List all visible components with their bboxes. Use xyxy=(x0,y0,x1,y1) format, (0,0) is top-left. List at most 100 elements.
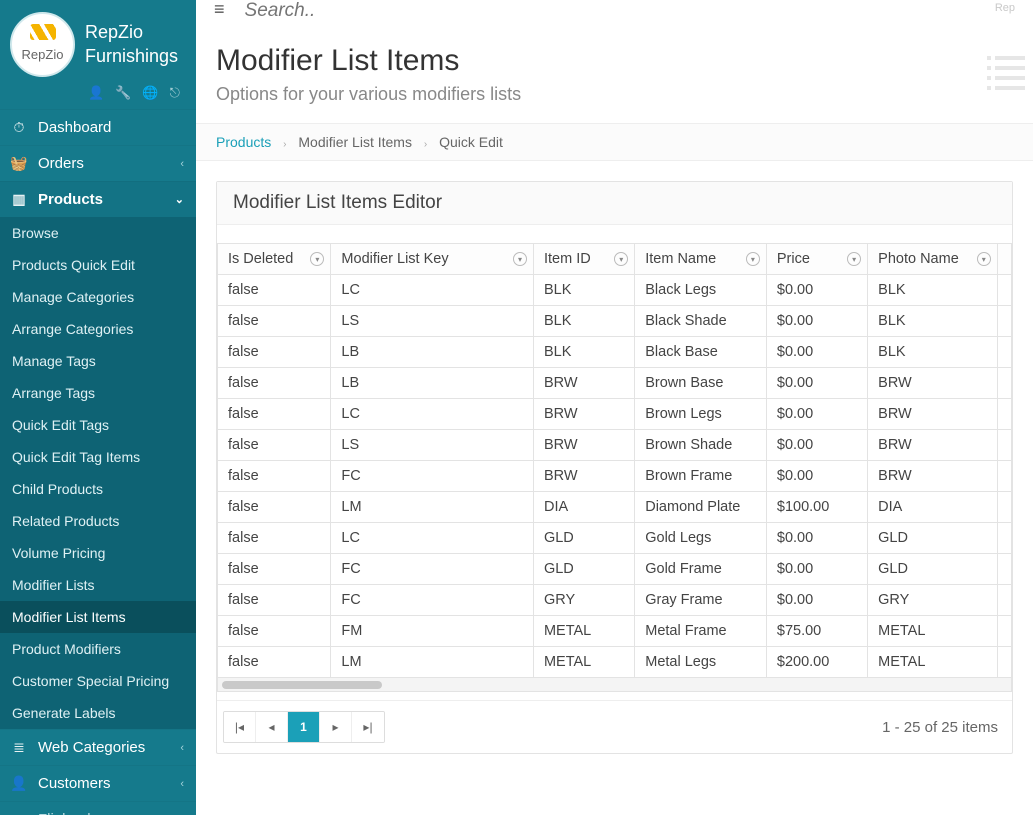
column-header[interactable]: Price▾ xyxy=(766,244,867,275)
cell-price[interactable]: $0.00 xyxy=(766,430,867,461)
cell-item_name[interactable]: Gold Frame xyxy=(635,554,767,585)
cell-item_name[interactable]: Metal Legs xyxy=(635,647,767,678)
cell-price[interactable]: $0.00 xyxy=(766,306,867,337)
cell-item_name[interactable]: Black Shade xyxy=(635,306,767,337)
nav-products[interactable]: ▥ Products ⌄ xyxy=(0,181,196,217)
cell-price[interactable]: $200.00 xyxy=(766,647,867,678)
cell-item_id[interactable]: BLK xyxy=(533,306,634,337)
table-row[interactable]: falseLCBLKBlack Legs$0.00BLK xyxy=(218,275,1012,306)
cell-item_id[interactable]: BLK xyxy=(533,337,634,368)
cell-is_deleted[interactable]: false xyxy=(218,492,331,523)
table-row[interactable]: falseLCBRWBrown Legs$0.00BRW xyxy=(218,399,1012,430)
nav-flipbooks[interactable]: ▭ Flipbooks xyxy=(0,801,196,815)
column-filter-icon[interactable]: ▾ xyxy=(513,252,527,266)
table-row[interactable]: falseFCGRYGray Frame$0.00GRY xyxy=(218,585,1012,616)
cell-price[interactable]: $75.00 xyxy=(766,616,867,647)
cell-item_name[interactable]: Brown Base xyxy=(635,368,767,399)
cell-item_id[interactable]: METAL xyxy=(533,616,634,647)
cell-item_name[interactable]: Black Legs xyxy=(635,275,767,306)
cell-price[interactable]: $0.00 xyxy=(766,554,867,585)
nav-customers[interactable]: 👤 Customers ‹ xyxy=(0,765,196,801)
table-row[interactable]: falseFMMETALMetal Frame$75.00METAL xyxy=(218,616,1012,647)
cell-photo[interactable]: BLK xyxy=(868,275,998,306)
column-filter-icon[interactable]: ▾ xyxy=(614,252,628,266)
column-header[interactable]: Item ID▾ xyxy=(533,244,634,275)
cell-item_id[interactable]: BRW xyxy=(533,399,634,430)
cell-photo[interactable]: BLK xyxy=(868,306,998,337)
sidebar-item-generate-labels[interactable]: Generate Labels xyxy=(0,697,196,729)
cell-key[interactable]: LM xyxy=(331,492,534,523)
cell-key[interactable]: FC xyxy=(331,554,534,585)
cell-price[interactable]: $0.00 xyxy=(766,368,867,399)
cell-is_deleted[interactable]: false xyxy=(218,306,331,337)
sidebar-item-manage-categories[interactable]: Manage Categories xyxy=(0,281,196,313)
sidebar-item-browse[interactable]: Browse xyxy=(0,217,196,249)
cell-photo[interactable]: BRW xyxy=(868,461,998,492)
cell-photo[interactable]: GLD xyxy=(868,554,998,585)
cell-is_deleted[interactable]: false xyxy=(218,430,331,461)
cell-key[interactable]: FM xyxy=(331,616,534,647)
pager-prev-button[interactable]: ◂ xyxy=(256,712,288,742)
cell-item_id[interactable]: BRW xyxy=(533,430,634,461)
cell-is_deleted[interactable]: false xyxy=(218,461,331,492)
cell-item_id[interactable]: BLK xyxy=(533,275,634,306)
cell-price[interactable]: $0.00 xyxy=(766,337,867,368)
cell-item_name[interactable]: Gold Legs xyxy=(635,523,767,554)
sidebar-item-volume-pricing[interactable]: Volume Pricing xyxy=(0,537,196,569)
sidebar-item-quick-edit-tag-items[interactable]: Quick Edit Tag Items xyxy=(0,441,196,473)
nav-dashboard[interactable]: ⏱ Dashboard xyxy=(0,109,196,145)
cell-key[interactable]: LB xyxy=(331,337,534,368)
cell-photo[interactable]: BRW xyxy=(868,430,998,461)
cell-is_deleted[interactable]: false xyxy=(218,275,331,306)
cell-price[interactable]: $100.00 xyxy=(766,492,867,523)
sidebar-item-quick-edit-tags[interactable]: Quick Edit Tags xyxy=(0,409,196,441)
grid-horizontal-scrollbar[interactable] xyxy=(217,678,1012,692)
column-filter-icon[interactable]: ▾ xyxy=(847,252,861,266)
cell-item_name[interactable]: Gray Frame xyxy=(635,585,767,616)
column-filter-icon[interactable]: ▾ xyxy=(746,252,760,266)
cell-is_deleted[interactable]: false xyxy=(218,554,331,585)
cell-is_deleted[interactable]: false xyxy=(218,399,331,430)
cell-photo[interactable]: METAL xyxy=(868,647,998,678)
sidebar-item-products-quick-edit[interactable]: Products Quick Edit xyxy=(0,249,196,281)
nav-web-categories[interactable]: ≣ Web Categories ‹ xyxy=(0,729,196,765)
cell-item_name[interactable]: Brown Shade xyxy=(635,430,767,461)
nav-orders[interactable]: 🧺 Orders ‹ xyxy=(0,145,196,181)
sidebar-item-related-products[interactable]: Related Products xyxy=(0,505,196,537)
cell-item_id[interactable]: BRW xyxy=(533,368,634,399)
sidebar-item-modifier-lists[interactable]: Modifier Lists xyxy=(0,569,196,601)
cell-item_id[interactable]: GLD xyxy=(533,523,634,554)
cell-price[interactable]: $0.00 xyxy=(766,275,867,306)
cell-key[interactable]: LS xyxy=(331,306,534,337)
cell-item_id[interactable]: BRW xyxy=(533,461,634,492)
cell-key[interactable]: LM xyxy=(331,647,534,678)
cell-item_name[interactable]: Diamond Plate xyxy=(635,492,767,523)
search-input[interactable] xyxy=(245,0,975,22)
wrench-icon[interactable]: 🔧 xyxy=(115,85,131,101)
cell-photo[interactable]: BRW xyxy=(868,368,998,399)
cell-item_id[interactable]: GLD xyxy=(533,554,634,585)
table-row[interactable]: falseLCGLDGold Legs$0.00GLD xyxy=(218,523,1012,554)
sidebar-item-customer-special-pricing[interactable]: Customer Special Pricing xyxy=(0,665,196,697)
sidebar-item-product-modifiers[interactable]: Product Modifiers xyxy=(0,633,196,665)
cell-key[interactable]: LC xyxy=(331,399,534,430)
cell-item_name[interactable]: Black Base xyxy=(635,337,767,368)
globe-icon[interactable]: 🌐 xyxy=(142,85,158,101)
table-row[interactable]: falseLBBLKBlack Base$0.00BLK xyxy=(218,337,1012,368)
cell-is_deleted[interactable]: false xyxy=(218,523,331,554)
breadcrumb-link-products[interactable]: Products xyxy=(216,134,271,150)
sidebar-item-modifier-list-items[interactable]: Modifier List Items xyxy=(0,601,196,633)
cell-item_name[interactable]: Brown Legs xyxy=(635,399,767,430)
cell-is_deleted[interactable]: false xyxy=(218,585,331,616)
cell-price[interactable]: $0.00 xyxy=(766,461,867,492)
cell-photo[interactable]: METAL xyxy=(868,616,998,647)
sidebar-item-child-products[interactable]: Child Products xyxy=(0,473,196,505)
cell-price[interactable]: $0.00 xyxy=(766,399,867,430)
cell-item_name[interactable]: Metal Frame xyxy=(635,616,767,647)
sidebar-item-arrange-tags[interactable]: Arrange Tags xyxy=(0,377,196,409)
cell-item_name[interactable]: Brown Frame xyxy=(635,461,767,492)
column-filter-icon[interactable]: ▾ xyxy=(310,252,324,266)
menu-toggle-icon[interactable]: ≡ xyxy=(214,0,225,18)
pager-first-button[interactable]: |◂ xyxy=(224,712,256,742)
table-row[interactable]: falseLSBRWBrown Shade$0.00BRW xyxy=(218,430,1012,461)
